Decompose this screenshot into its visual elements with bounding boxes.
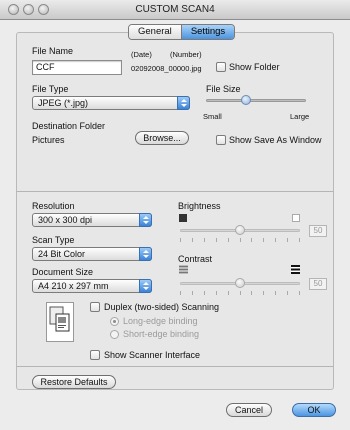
long-edge-radio[interactable] (110, 317, 119, 326)
light-square-icon (292, 214, 300, 222)
short-edge-label: Short-edge binding (123, 329, 200, 339)
duplex-checkbox[interactable] (90, 302, 100, 312)
date-header: (Date) (131, 50, 152, 59)
file-type-value: JPEG (*.jpg) (38, 98, 89, 108)
tick-mark (228, 291, 229, 295)
tick-mark (299, 238, 300, 242)
scan-type-popup[interactable]: 24 Bit Color (32, 247, 152, 261)
title-bar: CUSTOM SCAN4 (0, 0, 350, 20)
tick-mark (216, 238, 217, 242)
resolution-label: Resolution (32, 201, 75, 211)
number-header: (Number) (170, 50, 202, 59)
file-name-preview: 02092008_00000.jpg (131, 64, 202, 73)
file-size-slider[interactable] (241, 95, 251, 105)
tick-mark (251, 238, 252, 242)
low-contrast-icon (179, 265, 188, 274)
ok-button[interactable]: OK (292, 403, 336, 417)
show-save-as-checkbox[interactable] (216, 135, 226, 145)
resolution-popup[interactable]: 300 x 300 dpi (32, 213, 152, 227)
file-size-small-label: Small (203, 112, 222, 121)
chevron-updown-icon (139, 213, 152, 227)
chevron-updown-icon (139, 279, 152, 293)
tick-mark (263, 238, 264, 242)
duplex-label: Duplex (two-sided) Scanning (104, 302, 220, 312)
file-size-large-label: Large (290, 112, 310, 121)
short-edge-radio[interactable] (110, 330, 119, 339)
file-name-field[interactable]: CCF (32, 60, 122, 75)
tick-mark (228, 238, 229, 242)
tick-mark (216, 291, 217, 295)
file-type-popup[interactable]: JPEG (*.jpg) (32, 96, 190, 110)
tick-mark (275, 291, 276, 295)
file-type-label: File Type (32, 84, 69, 94)
file-size-track (206, 99, 306, 102)
tick-mark (204, 291, 205, 295)
tick-mark (180, 238, 181, 242)
tick-mark (299, 291, 300, 295)
scan-type-value: 24 Bit Color (38, 249, 86, 259)
tab-general[interactable]: General (129, 25, 181, 39)
brightness-value[interactable]: 50 (309, 225, 327, 237)
duplex-pages-icon (46, 302, 74, 342)
chevron-updown-icon (177, 96, 190, 110)
tick-mark (240, 238, 241, 242)
show-scanner-interface-label: Show Scanner Interface (104, 350, 201, 360)
tick-mark (263, 291, 264, 295)
document-size-label: Document Size (32, 267, 94, 277)
contrast-label: Contrast (178, 254, 213, 264)
tick-mark (240, 291, 241, 295)
contrast-value[interactable]: 50 (309, 278, 327, 290)
tick-mark (275, 238, 276, 242)
destination-folder-label: Destination Folder (32, 121, 106, 131)
tab-settings[interactable]: Settings (180, 25, 235, 39)
high-contrast-icon (291, 265, 300, 274)
show-scanner-interface-checkbox[interactable] (90, 350, 100, 360)
show-folder-label: Show Folder (229, 62, 280, 72)
section-divider (17, 191, 333, 192)
browse-button[interactable]: Browse... (135, 131, 189, 145)
long-edge-label: Long-edge binding (123, 316, 198, 326)
tick-mark (287, 291, 288, 295)
file-name-label: File Name (32, 46, 74, 56)
tick-mark (192, 238, 193, 242)
window-title: CUSTOM SCAN4 (135, 4, 215, 15)
tab-bar: General Settings (128, 24, 236, 40)
file-size-label: File Size (206, 84, 241, 94)
tick-mark (251, 291, 252, 295)
brightness-slider[interactable] (235, 225, 245, 235)
cancel-button[interactable]: Cancel (226, 403, 272, 417)
tick-mark (180, 291, 181, 295)
brightness-label: Brightness (178, 201, 221, 211)
tick-mark (204, 238, 205, 242)
document-size-value: A4 210 x 297 mm (38, 281, 109, 291)
section-divider (17, 366, 333, 367)
dark-square-icon (179, 214, 187, 222)
chevron-updown-icon (139, 247, 152, 261)
tick-mark (192, 291, 193, 295)
brightness-ticks (180, 238, 300, 242)
contrast-slider[interactable] (235, 278, 245, 288)
tick-mark (287, 238, 288, 242)
resolution-value: 300 x 300 dpi (38, 215, 93, 225)
show-save-as-label: Show Save As Window (229, 135, 322, 145)
restore-defaults-button[interactable]: Restore Defaults (32, 375, 116, 389)
document-size-popup[interactable]: A4 210 x 297 mm (32, 279, 152, 293)
show-folder-checkbox[interactable] (216, 62, 226, 72)
contrast-ticks (180, 291, 300, 295)
destination-folder-value: Pictures (32, 135, 65, 145)
scan-type-label: Scan Type (32, 235, 75, 245)
